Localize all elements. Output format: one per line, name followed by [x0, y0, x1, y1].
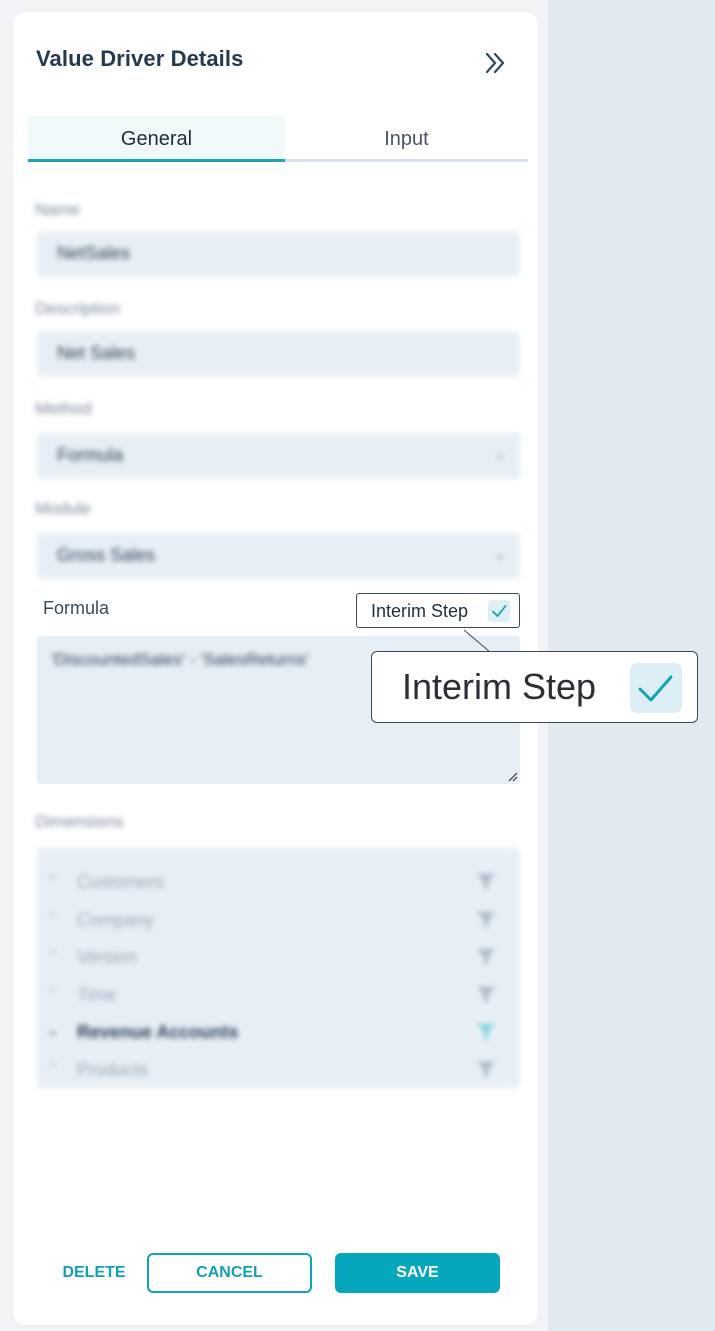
dimension-item[interactable]: ⌃ Customers [47, 868, 507, 898]
name-label: Name [35, 200, 81, 219]
chevron-down-icon: ⌄ [47, 1022, 59, 1038]
double-chevron-right-icon [485, 52, 505, 74]
dimension-item[interactable]: ⌃ Time [47, 981, 507, 1011]
formula-label: Formula [43, 598, 110, 618]
dimension-item[interactable]: ⌃ Company [47, 906, 507, 936]
resize-handle-icon[interactable] [506, 770, 518, 782]
collapse-panel-button[interactable] [481, 48, 511, 78]
dimensions-list: ⌃ Customers ⌃ Company ⌃ Version ⌃ Time ⌄… [37, 848, 520, 1088]
name-input[interactable]: NetSales [37, 231, 520, 277]
tab-general[interactable]: General [28, 116, 285, 162]
zoom-interim-step-label: Interim Step [402, 666, 597, 707]
dimensions-label: Dimensions [35, 812, 124, 831]
chevron-up-icon: ⌃ [47, 947, 59, 963]
dimension-name: Time [77, 985, 117, 1005]
dimension-name: Version [77, 947, 138, 967]
method-label: Method [35, 399, 92, 418]
dimension-name: Company [77, 910, 155, 930]
module-value: Gross Sales [57, 545, 156, 565]
tab-bar: General Input [28, 116, 528, 163]
interim-step-checkbox[interactable]: Interim Step [356, 593, 520, 628]
chevron-up-icon: ⌃ [47, 872, 59, 888]
dimension-name: Customers [77, 872, 165, 892]
dimension-item[interactable]: ⌃ Version [47, 943, 507, 973]
description-value: Net Sales [57, 343, 136, 363]
filter-icon[interactable] [475, 871, 497, 893]
dimension-name: Revenue Accounts [77, 1022, 239, 1042]
method-value: Formula [57, 445, 124, 465]
chevron-down-icon: ⌄ [494, 446, 506, 462]
filter-icon[interactable] [475, 984, 497, 1006]
interim-step-label: Interim Step [371, 601, 469, 621]
description-label: Description [35, 299, 121, 318]
description-input[interactable]: Net Sales [37, 331, 520, 377]
chevron-up-icon: ⌃ [47, 985, 59, 1001]
check-icon [630, 663, 682, 713]
check-icon [488, 600, 510, 622]
panel-title: Value Driver Details [36, 46, 244, 71]
filter-icon[interactable] [475, 1059, 497, 1081]
interim-step-zoom-callout: Interim Step [371, 651, 698, 723]
filter-icon[interactable] [475, 1021, 497, 1043]
delete-button[interactable]: DELETE [53, 1253, 135, 1293]
method-select[interactable]: Formula ⌄ [37, 433, 520, 479]
cancel-button[interactable]: CANCEL [147, 1253, 312, 1293]
chevron-up-icon: ⌃ [47, 910, 59, 926]
chevron-down-icon: ⌄ [494, 546, 506, 562]
save-button[interactable]: SAVE [335, 1253, 500, 1293]
chevron-up-icon: ⌃ [47, 1060, 59, 1076]
filter-icon[interactable] [475, 946, 497, 968]
dimension-name: Products [77, 1060, 149, 1080]
filter-icon[interactable] [475, 909, 497, 931]
dimension-item[interactable]: ⌃ Products [47, 1056, 507, 1086]
name-value: NetSales [57, 243, 131, 263]
formula-value: 'DiscountedSales' - 'SalesReturns' [51, 650, 309, 669]
module-select[interactable]: Gross Sales ⌄ [37, 533, 520, 579]
tab-input[interactable]: Input [285, 116, 528, 162]
module-label: Module [35, 499, 91, 518]
dimension-item-active[interactable]: ⌄ Revenue Accounts [47, 1018, 507, 1048]
